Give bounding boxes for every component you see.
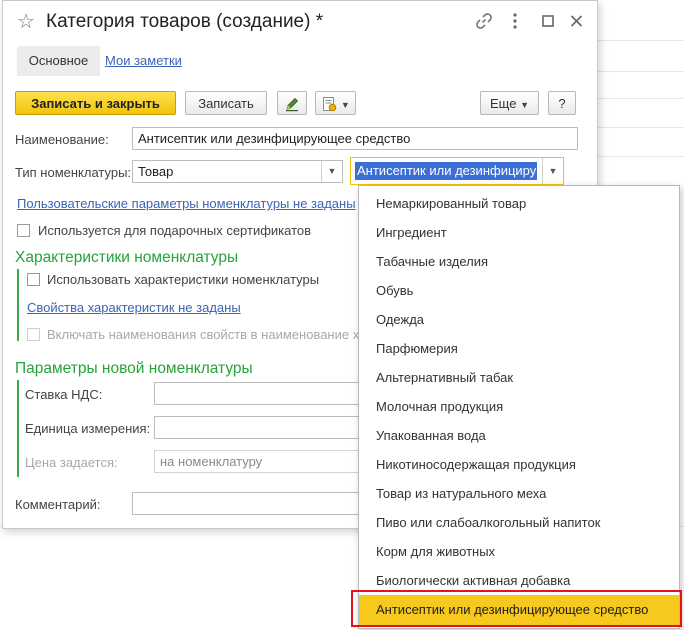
- characteristics-section-title: Характеристики номенклатуры: [15, 249, 239, 266]
- print-menu-button[interactable]: ▼: [315, 91, 356, 115]
- list-item[interactable]: Альтернативный табак: [359, 363, 679, 392]
- chevron-down-icon: ▼: [520, 100, 529, 110]
- favorite-star-icon[interactable]: ☆: [17, 12, 35, 32]
- save-and-close-button[interactable]: Записать и закрыть: [15, 91, 176, 115]
- vat-input[interactable]: [154, 382, 359, 405]
- chevron-down-icon: ▼: [340, 100, 350, 110]
- include-props-checkbox[interactable]: [27, 328, 40, 341]
- use-characteristics-checkbox[interactable]: [27, 273, 40, 286]
- type-select-value: Товар: [138, 164, 174, 179]
- price-label: Цена задается:: [25, 455, 118, 470]
- list-item[interactable]: Молочная продукция: [359, 392, 679, 421]
- name-input[interactable]: Антисептик или дезинфицирующее средство: [132, 127, 578, 150]
- more-button-label: Еще: [490, 96, 517, 111]
- document-icon: [323, 97, 337, 112]
- save-button[interactable]: Записать: [185, 91, 267, 115]
- gift-cert-label: Используется для подарочных сертификатов: [38, 223, 312, 238]
- pen-icon: [286, 97, 299, 112]
- comment-input[interactable]: [132, 492, 359, 515]
- kind-select-value: Антисептик или дезинфицирующее средство: [355, 162, 537, 180]
- kind-select[interactable]: Антисептик или дезинфицирующее средство …: [350, 157, 564, 185]
- gift-cert-checkbox[interactable]: [17, 224, 30, 237]
- comment-label: Комментарий:: [15, 497, 101, 512]
- list-item[interactable]: Табачные изделия: [359, 247, 679, 276]
- tab-notes[interactable]: Мои заметки: [105, 46, 182, 76]
- section-bar: [17, 380, 19, 477]
- maximize-icon[interactable]: [542, 12, 554, 35]
- name-label: Наименование:: [15, 132, 109, 147]
- list-item[interactable]: Немаркированный товар: [359, 189, 679, 218]
- user-params-link[interactable]: Пользовательские параметры номенклатуры …: [17, 196, 356, 211]
- include-props-label: Включать наименования свойств в наименов…: [47, 327, 360, 342]
- edit-pen-button[interactable]: [277, 91, 307, 115]
- list-item[interactable]: Обувь: [359, 276, 679, 305]
- chevron-down-icon[interactable]: ▼: [321, 161, 342, 182]
- characteristic-props-link[interactable]: Свойства характеристик не заданы: [27, 300, 241, 315]
- link-icon[interactable]: [475, 12, 493, 35]
- chevron-down-icon[interactable]: ▼: [542, 158, 563, 184]
- list-item[interactable]: Товар из натурального меха: [359, 479, 679, 508]
- more-button[interactable]: Еще ▼: [480, 91, 539, 115]
- type-label: Тип номенклатуры:: [15, 165, 132, 180]
- list-item[interactable]: Биологически активная добавка: [359, 566, 679, 595]
- list-item[interactable]: Парфюмерия: [359, 334, 679, 363]
- list-item[interactable]: Одежда: [359, 305, 679, 334]
- unit-input[interactable]: [154, 416, 359, 439]
- window-title: Категория товаров (создание) *: [46, 11, 324, 32]
- section-bar: [17, 269, 19, 341]
- use-characteristics-label: Использовать характеристики номенклатуры: [47, 272, 320, 287]
- list-item[interactable]: Корм для животных: [359, 537, 679, 566]
- unit-label: Единица измерения:: [25, 421, 151, 436]
- list-item[interactable]: Ингредиент: [359, 218, 679, 247]
- help-button[interactable]: ?: [548, 91, 576, 115]
- list-item[interactable]: Пиво или слабоалкогольный напиток: [359, 508, 679, 537]
- list-item[interactable]: Никотиносодержащая продукция: [359, 450, 679, 479]
- tab-main[interactable]: Основное: [17, 46, 100, 76]
- list-item[interactable]: Упакованная вода: [359, 421, 679, 450]
- new-params-section-title: Параметры новой номенклатуры: [15, 360, 253, 377]
- type-select[interactable]: Товар ▼: [132, 160, 343, 183]
- kind-dropdown-list: Немаркированный товар Ингредиент Табачны…: [358, 185, 680, 629]
- list-item-selected[interactable]: Антисептик или дезинфицирующее средство: [359, 595, 679, 625]
- vat-label: Ставка НДС:: [25, 387, 103, 402]
- price-select[interactable]: на номенклатуру: [154, 450, 359, 473]
- more-options-icon[interactable]: [513, 12, 517, 35]
- close-icon[interactable]: [570, 12, 583, 35]
